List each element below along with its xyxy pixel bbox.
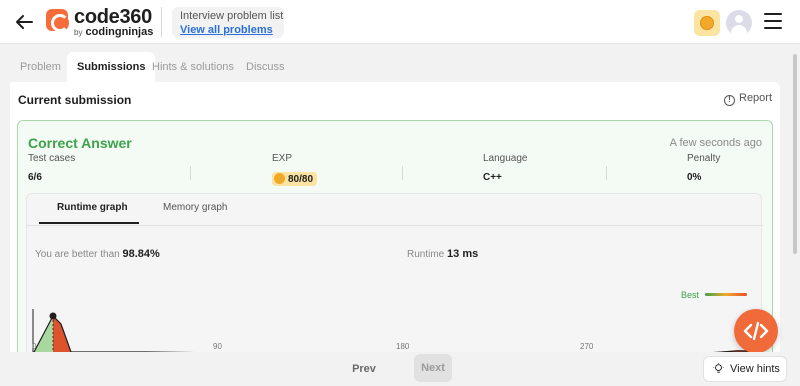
x-tick: 270 (580, 342, 594, 351)
tab-runtime-graph[interactable]: Runtime graph (57, 202, 128, 213)
info-icon: ! (724, 95, 735, 106)
code-editor-button[interactable] (734, 309, 778, 353)
stat-value: 6/6 (28, 172, 42, 183)
coins-button[interactable] (694, 10, 720, 36)
runtime-text: Runtime 13 ms (407, 248, 479, 260)
active-tab-underline (39, 222, 139, 224)
tab-problem[interactable]: Problem (10, 52, 71, 82)
view-hints-label: View hints (730, 363, 780, 375)
result-status: Correct Answer (28, 135, 132, 151)
logo-mark-icon (46, 9, 69, 32)
stat-label: Test cases (28, 153, 76, 164)
stat-value: C++ (483, 172, 502, 183)
logo-subtext: by codingninjas (74, 26, 154, 38)
hamburger-menu-icon[interactable] (764, 13, 782, 31)
lightbulb-icon (713, 363, 724, 373)
stat-divider (606, 166, 607, 180)
coin-icon (700, 16, 714, 30)
view-hints-button[interactable]: View hints (703, 356, 787, 382)
stat-label: Language (483, 153, 528, 164)
header-divider (161, 7, 162, 37)
graph-tabs-divider (27, 225, 763, 226)
logo[interactable]: code360 by codingninjas (46, 6, 156, 38)
problem-list-title: Interview problem list (180, 10, 284, 22)
stat-divider (190, 166, 191, 180)
x-tick: 180 (396, 342, 410, 351)
result-card: Correct Answer A few seconds ago Test ca… (17, 120, 773, 352)
tab-discuss[interactable]: Discuss (236, 52, 295, 82)
stat-test-cases: Test cases 6/6 (28, 153, 75, 183)
bottom-bar: Prev Next View hints (0, 352, 800, 386)
scrollbar[interactable] (791, 52, 799, 352)
code-icon (743, 321, 769, 341)
your-runtime-point (49, 312, 57, 320)
view-all-problems-link[interactable]: View all problems (180, 24, 276, 36)
stat-exp: EXP 80/80 (272, 153, 318, 186)
next-button[interactable]: Next (414, 354, 452, 382)
submission-panel: Current submission ! Report Correct Answe… (10, 82, 780, 352)
stat-label: EXP (272, 153, 293, 164)
stat-value: 80/80 (272, 172, 318, 186)
stat-divider (402, 166, 403, 180)
exp-badge: 80/80 (272, 172, 318, 186)
stat-value: 0% (687, 172, 702, 183)
result-time: A few seconds ago (669, 137, 762, 149)
x-tick: 0 (32, 342, 37, 351)
scrollbar-thumb[interactable] (793, 54, 797, 254)
stat-label: Penalty (687, 153, 721, 164)
tab-memory-graph[interactable]: Memory graph (163, 202, 227, 213)
report-button[interactable]: ! Report (724, 92, 772, 106)
prev-button[interactable]: Prev (342, 358, 386, 380)
top-bar: code360 by codingninjas Interview proble… (0, 0, 800, 44)
problem-list-box: Interview problem list View all problems (172, 7, 284, 38)
better-than-text: You are better than 98.84% (35, 248, 160, 260)
stat-language: Language C++ (483, 153, 528, 183)
tab-hints-solutions[interactable]: Hints & solutions (142, 52, 244, 82)
panel-title: Current submission (18, 93, 132, 107)
graph-card: Runtime graph Memory graph You are bette… (26, 193, 763, 352)
runtime-value: 13 ms (447, 248, 479, 260)
coin-icon (274, 173, 285, 184)
better-than-value: 98.84% (122, 248, 160, 260)
report-label: Report (739, 92, 773, 104)
x-tick: 90 (213, 342, 222, 351)
stat-penalty: Penalty 0% (687, 153, 720, 183)
back-arrow-icon[interactable] (12, 10, 36, 34)
avatar[interactable] (726, 10, 752, 36)
